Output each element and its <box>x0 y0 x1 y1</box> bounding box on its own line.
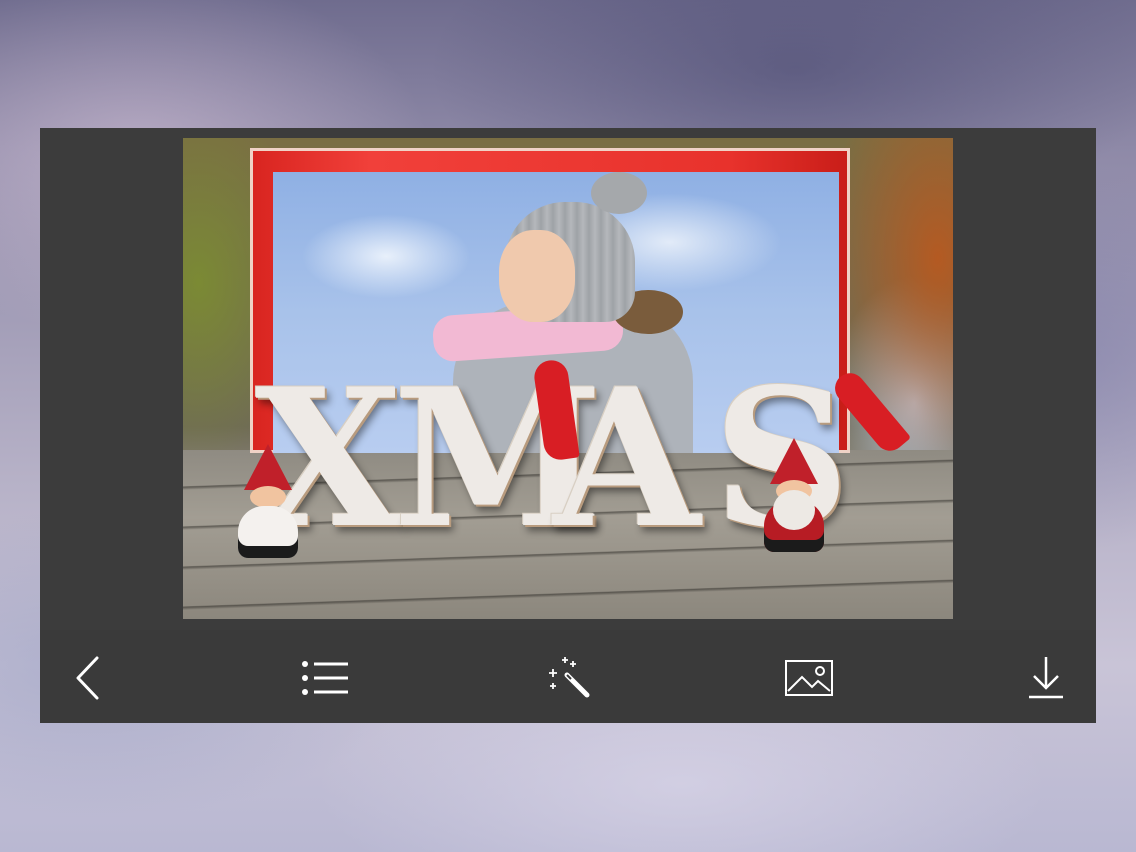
gallery-button[interactable] <box>783 652 835 704</box>
photo-child-pompom <box>591 172 647 214</box>
photo-canvas[interactable]: X M A S <box>183 138 953 619</box>
xmas-letter-a: A <box>553 347 701 570</box>
effects-button[interactable] <box>542 652 594 704</box>
photo-child-face <box>499 230 575 322</box>
frames-list-button[interactable] <box>299 652 351 704</box>
image-icon <box>785 660 833 696</box>
list-icon <box>302 661 348 695</box>
app-window: X M A S <box>40 128 1096 723</box>
chevron-left-icon <box>76 656 99 700</box>
download-icon <box>1029 657 1063 699</box>
bottom-toolbar <box>40 630 1096 723</box>
magic-wand-icon <box>549 657 590 698</box>
santa-figurine <box>763 438 825 552</box>
back-button[interactable] <box>62 652 114 704</box>
gnome-figurine <box>237 444 299 558</box>
xmas-decoration: X M A S <box>243 364 933 554</box>
download-button[interactable] <box>1020 652 1072 704</box>
